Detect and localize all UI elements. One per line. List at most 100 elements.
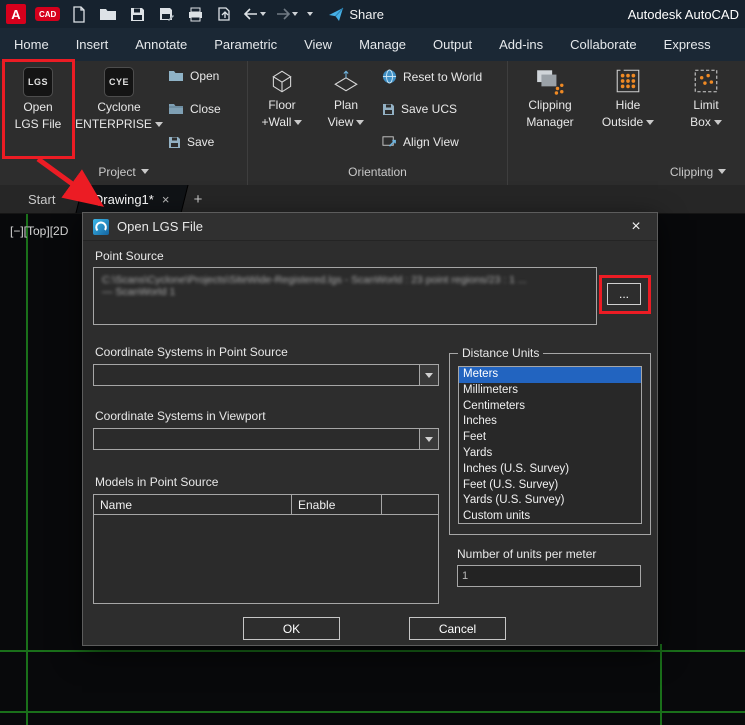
cyclone-label-line2: ENTERPRISE — [75, 117, 152, 131]
save-button[interactable] — [127, 4, 147, 24]
autocad-cad-badge: CAD — [35, 7, 60, 21]
redo-button[interactable] — [275, 7, 298, 21]
tab-drawing1-label: Drawing1* — [94, 192, 154, 207]
panel-label-clipping-text: Clipping — [670, 165, 713, 179]
limit-box-icon — [692, 67, 720, 95]
combo-dropdown-button[interactable] — [419, 429, 438, 449]
chevron-down-icon[interactable] — [155, 122, 163, 127]
list-item-feet-us-survey[interactable]: Feet (U.S. Survey) — [459, 478, 641, 494]
tab-view[interactable]: View — [304, 37, 332, 52]
ribbon-panel-orientation: Floor +Wall Plan View Reset to World Sav — [248, 61, 508, 185]
limit-box-label-line1: Limit — [693, 98, 718, 112]
tab-home[interactable]: Home — [14, 37, 49, 52]
grid-line-vertical-right — [660, 644, 662, 725]
reset-to-world-label: Reset to World — [403, 70, 482, 84]
save-ucs-button[interactable]: Save UCS — [382, 102, 482, 116]
cs-point-source-select[interactable] — [93, 364, 439, 386]
cancel-button[interactable]: Cancel — [409, 617, 506, 640]
align-view-button[interactable]: Align View — [382, 134, 482, 149]
list-item-yards[interactable]: Yards — [459, 446, 641, 462]
save-as-button[interactable] — [156, 4, 176, 24]
list-item-meters[interactable]: Meters — [459, 367, 641, 383]
cyclone-enterprise-button[interactable]: CYE Cyclone ENTERPRISE — [80, 65, 158, 131]
open-lgs-file-dialog: Open LGS File × Point Source C:\Scans\Cy… — [82, 212, 658, 646]
save-ucs-label: Save UCS — [401, 102, 457, 116]
hide-outside-button[interactable]: Hide Outside — [596, 65, 660, 129]
list-item-custom-units[interactable]: Custom units — [459, 509, 641, 524]
distance-units-list[interactable]: Meters Millimeters Centimeters Inches Fe… — [458, 366, 642, 524]
project-close-button[interactable]: Close — [168, 102, 221, 116]
annotation-red-box-browse — [599, 275, 651, 314]
panel-label-orientation[interactable]: Orientation — [248, 158, 507, 185]
list-item-millimeters[interactable]: Millimeters — [459, 383, 641, 399]
align-view-icon — [382, 134, 397, 149]
tab-insert[interactable]: Insert — [76, 37, 109, 52]
units-per-meter-label: Number of units per meter — [457, 547, 596, 561]
limit-box-label-line2: Box — [690, 115, 711, 129]
quick-access-menu-caret-icon[interactable] — [307, 12, 313, 16]
share-button[interactable]: Share — [328, 7, 384, 22]
chevron-down-icon[interactable] — [294, 120, 302, 125]
column-header-filler — [382, 495, 438, 514]
plot-button[interactable] — [185, 4, 205, 24]
column-header-name[interactable]: Name — [94, 495, 292, 514]
point-source-path-box[interactable]: C:\Scans\Cyclone\Projects\SiteWide-Regis… — [93, 267, 597, 325]
plan-view-button[interactable]: Plan View — [320, 65, 372, 129]
dialog-title-bar[interactable]: Open LGS File × — [83, 213, 657, 241]
floor-wall-label-line1: Floor — [268, 98, 295, 112]
open-file-button[interactable] — [98, 4, 118, 24]
project-open-button[interactable]: Open — [168, 69, 221, 83]
list-item-centimeters[interactable]: Centimeters — [459, 399, 641, 415]
list-item-feet[interactable]: Feet — [459, 430, 641, 446]
chevron-down-icon[interactable] — [714, 120, 722, 125]
list-item-inches-us-survey[interactable]: Inches (U.S. Survey) — [459, 462, 641, 478]
combo-dropdown-button[interactable] — [419, 365, 438, 385]
tab-add-ins[interactable]: Add-ins — [499, 37, 543, 52]
floor-wall-button[interactable]: Floor +Wall — [254, 65, 310, 129]
tab-parametric[interactable]: Parametric — [214, 37, 277, 52]
project-save-button[interactable]: Save — [168, 135, 221, 149]
cs-viewport-select[interactable] — [93, 428, 439, 450]
undo-button[interactable] — [243, 7, 266, 21]
plan-view-label-line2: View — [328, 115, 354, 129]
chevron-down-icon[interactable] — [356, 120, 364, 125]
clipping-manager-label-line2: Manager — [526, 115, 573, 129]
tab-output[interactable]: Output — [433, 37, 472, 52]
autocad-logo[interactable]: A — [6, 4, 26, 24]
ok-button[interactable]: OK — [243, 617, 340, 640]
panel-label-clipping[interactable]: Clipping — [508, 158, 745, 185]
tab-express[interactable]: Express — [664, 37, 711, 52]
models-table-body[interactable] — [94, 515, 438, 603]
list-item-inches[interactable]: Inches — [459, 414, 641, 430]
undo-dropdown-caret-icon[interactable] — [260, 12, 266, 16]
annotation-red-box-open-lgs — [2, 59, 75, 159]
tab-collaborate[interactable]: Collaborate — [570, 37, 637, 52]
project-open-label: Open — [190, 69, 219, 83]
column-header-enable[interactable]: Enable — [292, 495, 382, 514]
world-globe-icon — [382, 69, 397, 84]
reset-to-world-button[interactable]: Reset to World — [382, 69, 482, 84]
tab-drawing1[interactable]: Drawing1* × — [76, 185, 189, 213]
tab-annotate[interactable]: Annotate — [135, 37, 187, 52]
tab-close-icon[interactable]: × — [162, 192, 170, 207]
tab-manage[interactable]: Manage — [359, 37, 406, 52]
units-per-meter-input[interactable] — [457, 565, 641, 587]
clipping-manager-button[interactable]: Clipping Manager — [518, 65, 582, 129]
tab-start[interactable]: Start — [14, 185, 69, 213]
cs-viewport-label: Coordinate Systems in Viewport — [95, 409, 266, 423]
viewport-controls[interactable]: [−][Top][2D — [10, 224, 68, 238]
models-table: Name Enable — [93, 494, 439, 604]
redo-dropdown-caret-icon[interactable] — [292, 12, 298, 16]
new-drawing-tab-button[interactable]: + — [185, 185, 211, 213]
dialog-close-button[interactable]: × — [625, 218, 647, 236]
publish-button[interactable] — [214, 4, 234, 24]
chevron-down-icon[interactable] — [646, 120, 654, 125]
plan-view-icon — [332, 67, 360, 95]
point-source-label: Point Source — [95, 249, 164, 263]
panel-label-project[interactable]: Project — [0, 158, 247, 185]
list-item-yards-us-survey[interactable]: Yards (U.S. Survey) — [459, 493, 641, 509]
limit-box-button[interactable]: Limit Box — [674, 65, 738, 129]
new-file-button[interactable] — [69, 4, 89, 24]
share-label: Share — [349, 7, 384, 22]
cyclone-label-line1: Cyclone — [97, 100, 140, 114]
